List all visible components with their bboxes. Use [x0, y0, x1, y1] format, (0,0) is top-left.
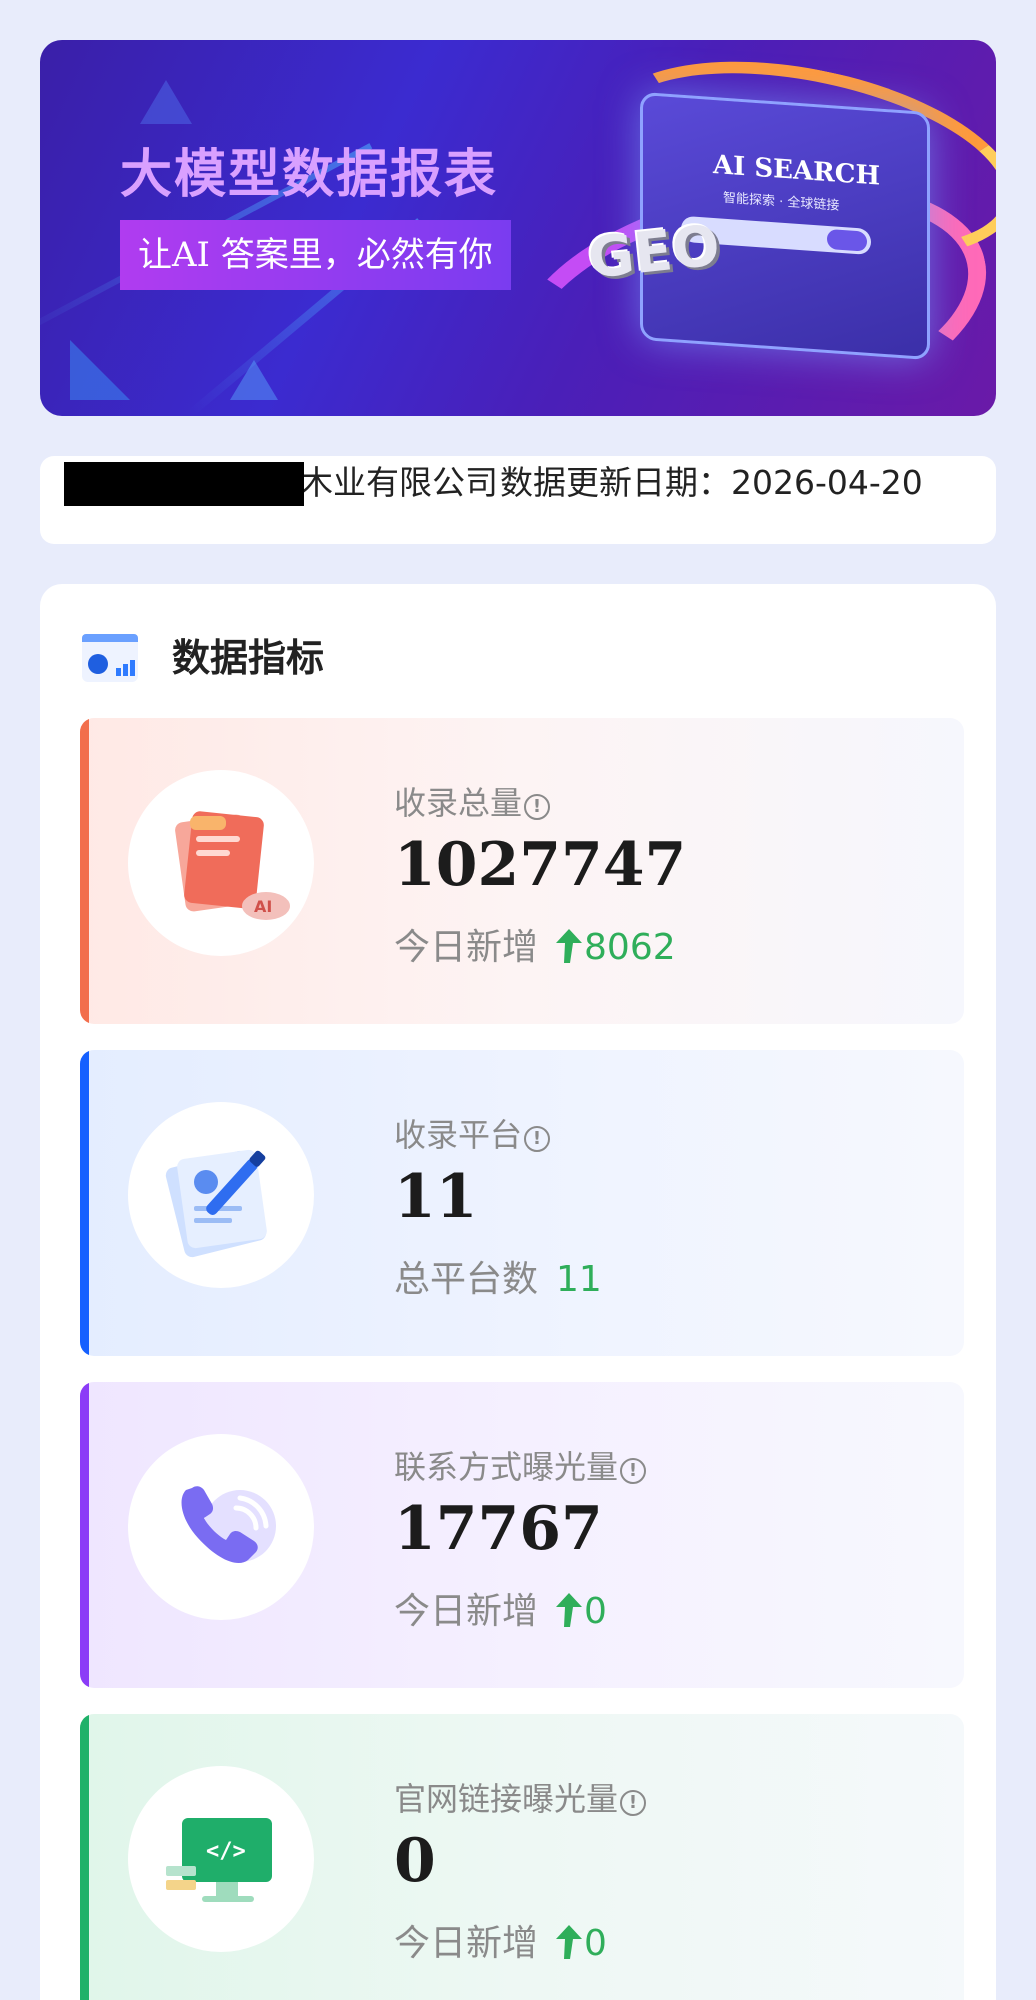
- metric-label: 联系方式曝光量!: [394, 1442, 647, 1488]
- metric-icon-circle: AI: [128, 770, 314, 956]
- info-icon[interactable]: !: [524, 1126, 551, 1152]
- screen-subtitle: 智能探索 · 全球链接: [723, 190, 840, 214]
- metric-icon-circle: [128, 1102, 314, 1288]
- geo-badge: GEO: [584, 213, 723, 292]
- metric-value: 0: [394, 1826, 436, 1896]
- hero-banner: 大模型数据报表 让AI 答案里，必然有你 AI SEARCH 智能探索 · 全球…: [40, 40, 996, 416]
- panel-title: 数据指标: [172, 636, 325, 680]
- metric-value: 1027747: [394, 830, 687, 900]
- notebook-pen-icon: [165, 1149, 267, 1258]
- metric-label: 收录总量!: [394, 778, 551, 824]
- metric-value: 11: [394, 1162, 478, 1232]
- metrics-panel: 数据指标 AI 收录总量! 1027747 今日新增 8062 收录平台 ! 1…: [40, 584, 996, 2000]
- monitor-code-icon: </>: [166, 1818, 272, 1902]
- search-icon: [827, 228, 867, 252]
- info-icon[interactable]: !: [620, 1458, 647, 1484]
- metric-sub-label: 今日新增: [394, 927, 539, 968]
- accent-bar: [80, 718, 89, 1024]
- metric-sub: 今日新增 0: [394, 1914, 607, 1966]
- decor-triangle: [70, 340, 130, 400]
- arrow-up-icon: [556, 1593, 583, 1627]
- redaction-bar: [64, 462, 304, 506]
- metric-value: 17767: [394, 1494, 603, 1564]
- document-ai-icon: AI: [175, 811, 290, 920]
- accent-bar: [80, 1382, 89, 1688]
- metric-card-total-indexed[interactable]: AI 收录总量! 1027747 今日新增 8062: [80, 718, 964, 1024]
- svg-text:AI: AI: [254, 897, 272, 916]
- info-icon[interactable]: !: [524, 794, 551, 820]
- accent-bar: [80, 1050, 89, 1356]
- accent-bar: [80, 1714, 89, 2000]
- decor-triangle: [230, 360, 278, 400]
- report-page: 大模型数据报表 让AI 答案里，必然有你 AI SEARCH 智能探索 · 全球…: [0, 0, 1036, 2000]
- metric-icon-circle: [128, 1434, 314, 1620]
- decor-triangle: [140, 80, 192, 124]
- metric-sub: 今日新增 0: [394, 1582, 607, 1634]
- metric-label: 官网链接曝光量!: [394, 1774, 647, 1820]
- phone-call-icon: [181, 1486, 276, 1564]
- company-info-card: 木业有限公司 数据更新日期：2026-04-20: [40, 456, 996, 544]
- svg-text:</>: </>: [206, 1839, 246, 1864]
- metric-icon-circle: </>: [128, 1766, 314, 1952]
- metric-card-indexed-platforms[interactable]: 收录平台! 11 总平台数 11: [80, 1050, 964, 1356]
- metric-sub: 总平台数 11: [394, 1250, 602, 1302]
- banner-title: 大模型数据报表: [120, 145, 499, 205]
- metric-card-website-exposure[interactable]: </> 官网链接曝光量! 0 今日新增 0: [80, 1714, 964, 2000]
- metric-card-contact-exposure[interactable]: 联系方式曝光量! 17767 今日新增 0: [80, 1382, 964, 1688]
- metric-delta: 8062: [556, 927, 676, 968]
- metric-delta: 11: [556, 1259, 602, 1300]
- metric-sub: 今日新增 8062: [394, 918, 676, 970]
- arrow-up-icon: [556, 1925, 583, 1959]
- screen-title: AI SEARCH: [713, 149, 881, 192]
- metric-sub-label: 总平台数: [394, 1259, 539, 1300]
- metric-delta: 0: [556, 1591, 607, 1632]
- arrow-up-icon: [556, 929, 583, 963]
- metric-delta: 0: [556, 1923, 607, 1964]
- data-update-date: 数据更新日期：2026-04-20: [500, 463, 923, 502]
- data-chart-icon: [82, 634, 138, 682]
- info-icon[interactable]: !: [620, 1790, 647, 1816]
- banner-tagline: 让AI 答案里，必然有你: [120, 220, 511, 290]
- metric-sub-label: 今日新增: [394, 1923, 539, 1964]
- metric-label: 收录平台!: [394, 1110, 551, 1156]
- metric-sub-label: 今日新增: [394, 1591, 539, 1632]
